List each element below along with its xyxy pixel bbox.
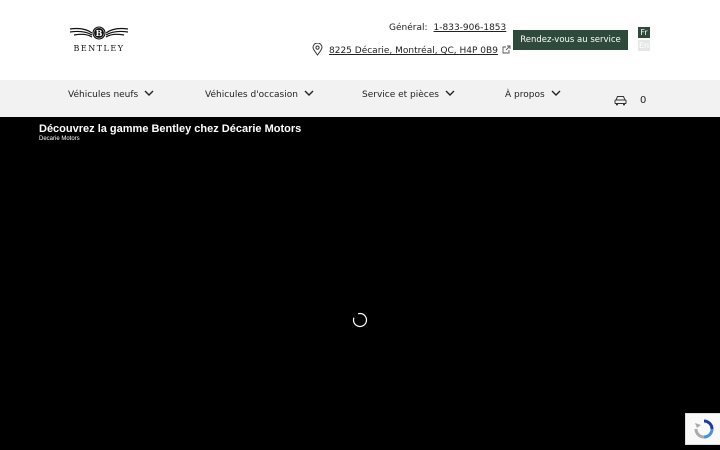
lang-fr-button[interactable]: Fr (638, 27, 650, 38)
lang-en-button[interactable]: En (638, 40, 650, 51)
nav-used-vehicles[interactable]: Véhicules d'occasion (205, 90, 314, 100)
site-header: B BENTLEY Général: 1-833-906-1853 8225 Dé… (0, 0, 720, 80)
nav-item-label: À propos (505, 90, 545, 100)
recaptcha-badge[interactable] (685, 413, 720, 445)
car-icon (614, 91, 627, 110)
logo-wordmark: BENTLEY (73, 44, 125, 53)
nav-service-parts[interactable]: Service et pièces (362, 90, 455, 100)
chevron-down-icon (304, 90, 314, 100)
phone-link[interactable]: 1-833-906-1853 (434, 23, 507, 33)
chevron-down-icon (551, 90, 561, 100)
svg-text:B: B (96, 28, 103, 38)
chevron-down-icon (445, 90, 455, 100)
vehicle-cart-button[interactable]: 0 (614, 91, 646, 110)
hero-title: Découvrez la gamme Bentley chez Décarie … (39, 123, 302, 135)
nav-new-vehicles[interactable]: Véhicules neufs (68, 90, 154, 100)
hero-subtitle: Decarie Motors (39, 136, 80, 142)
nav-item-label: Service et pièces (362, 90, 439, 100)
hero-video[interactable]: Découvrez la gamme Bentley chez Décarie … (0, 117, 720, 450)
phone-row: Général: 1-833-906-1853 (389, 23, 506, 33)
nav-about[interactable]: À propos (505, 90, 561, 100)
cart-count: 0 (640, 95, 647, 106)
nav-item-label: Véhicules d'occasion (205, 90, 298, 100)
recaptcha-icon (694, 419, 714, 439)
external-link-icon[interactable] (502, 45, 511, 57)
loading-spinner-icon (352, 312, 368, 328)
chevron-down-icon (144, 90, 154, 100)
phone-label: Général: (389, 23, 428, 33)
main-nav: Véhicules neufs Véhicules d'occasion Ser… (0, 80, 720, 117)
bentley-logo[interactable]: B BENTLEY (66, 24, 132, 56)
service-appointment-button[interactable]: Rendez-vous au service (513, 30, 628, 50)
address-row: 8225 Décarie, Montréal, QC, H4P 0B9 (312, 42, 511, 59)
location-pin-icon (312, 42, 323, 59)
nav-item-label: Véhicules neufs (68, 90, 139, 100)
address-link[interactable]: 8225 Décarie, Montréal, QC, H4P 0B9 (329, 46, 498, 56)
